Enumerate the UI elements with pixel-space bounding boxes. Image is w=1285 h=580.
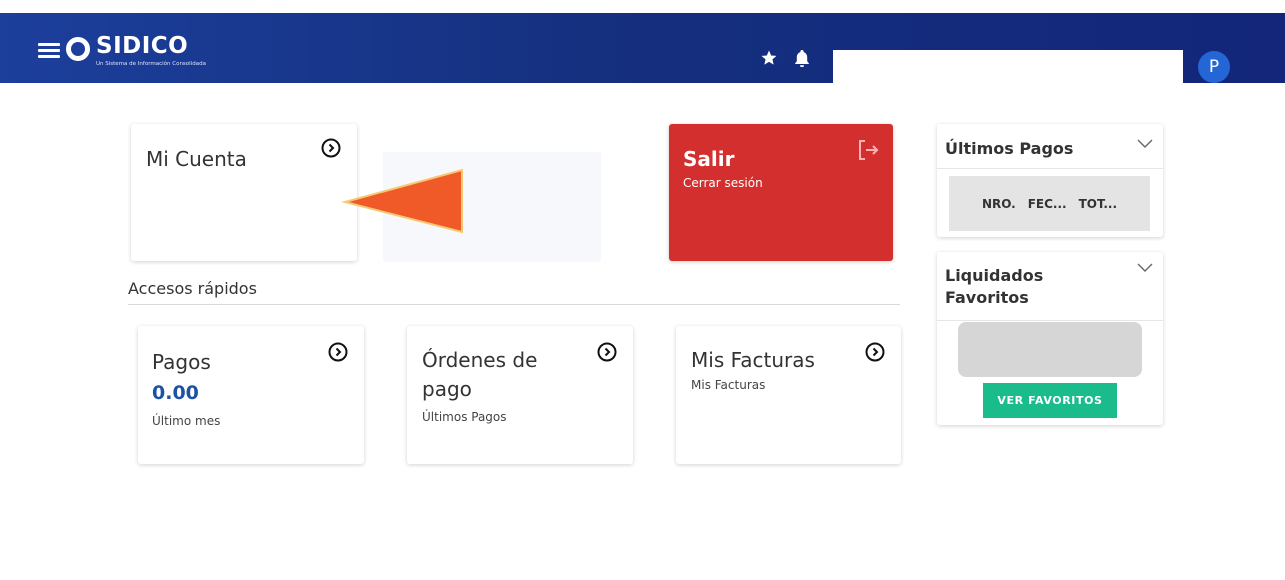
column-header: TOT... bbox=[1078, 196, 1118, 211]
ordenes-card[interactable]: Órdenes de pago Últimos Pagos bbox=[407, 326, 633, 464]
pagos-title: Pagos bbox=[152, 350, 211, 374]
payments-table-header: NRO. FEC... TOT... bbox=[949, 176, 1150, 231]
pagos-card[interactable]: Pagos 0.00 Último mes bbox=[138, 326, 364, 464]
chevron-circle-icon[interactable] bbox=[597, 342, 617, 362]
brand-subtitle: Un Sistema de Información Consolidada bbox=[96, 61, 206, 67]
search-input[interactable] bbox=[833, 50, 1183, 83]
chevron-circle-icon[interactable] bbox=[321, 138, 341, 158]
favorites-placeholder bbox=[958, 322, 1142, 377]
chevron-down-icon[interactable] bbox=[1137, 263, 1153, 273]
ultimos-pagos-widget: Últimos Pagos NRO. FEC... TOT... bbox=[937, 124, 1163, 237]
pagos-value: 0.00 bbox=[152, 382, 199, 404]
chevron-circle-icon[interactable] bbox=[865, 342, 885, 362]
liquidados-widget: Liquidados Favoritos VER FAVORITOS bbox=[937, 252, 1163, 425]
section-divider bbox=[128, 304, 900, 305]
menu-icon[interactable] bbox=[38, 43, 60, 59]
user-avatar[interactable]: P bbox=[1198, 51, 1230, 83]
salir-subtitle: Cerrar sesión bbox=[683, 176, 763, 190]
facturas-title: Mis Facturas bbox=[691, 348, 815, 372]
pagos-subtitle: Último mes bbox=[152, 414, 221, 428]
top-navbar: SIDICO Un Sistema de Información Consoli… bbox=[0, 13, 1285, 83]
liquidados-title: Liquidados Favoritos bbox=[945, 266, 1044, 307]
salir-card[interactable]: Salir Cerrar sesión bbox=[669, 124, 893, 261]
annotation-arrow bbox=[341, 168, 463, 234]
divider bbox=[937, 320, 1163, 321]
brand-title[interactable]: SIDICO bbox=[96, 33, 188, 59]
mi-cuenta-card[interactable]: Mi Cuenta bbox=[131, 124, 357, 261]
facturas-subtitle: Mis Facturas bbox=[691, 378, 766, 392]
logout-icon[interactable] bbox=[855, 138, 881, 162]
chevron-down-icon[interactable] bbox=[1137, 139, 1153, 149]
salir-title: Salir bbox=[683, 147, 735, 171]
column-header: NRO. bbox=[981, 196, 1016, 211]
star-icon[interactable] bbox=[760, 49, 778, 67]
facturas-card[interactable]: Mis Facturas Mis Facturas bbox=[676, 326, 901, 464]
ordenes-title: Órdenes de pago bbox=[422, 348, 538, 401]
mi-cuenta-title: Mi Cuenta bbox=[146, 147, 247, 171]
column-header: FEC... bbox=[1027, 196, 1067, 211]
divider bbox=[937, 168, 1163, 169]
ver-favoritos-button[interactable]: VER FAVORITOS bbox=[983, 383, 1117, 418]
ordenes-subtitle: Últimos Pagos bbox=[422, 410, 507, 424]
bell-icon[interactable] bbox=[794, 49, 810, 67]
section-title: Accesos rápidos bbox=[128, 279, 257, 298]
ultimos-pagos-title: Últimos Pagos bbox=[945, 139, 1074, 158]
chevron-circle-icon[interactable] bbox=[328, 342, 348, 362]
logo-seal-icon bbox=[66, 37, 90, 61]
